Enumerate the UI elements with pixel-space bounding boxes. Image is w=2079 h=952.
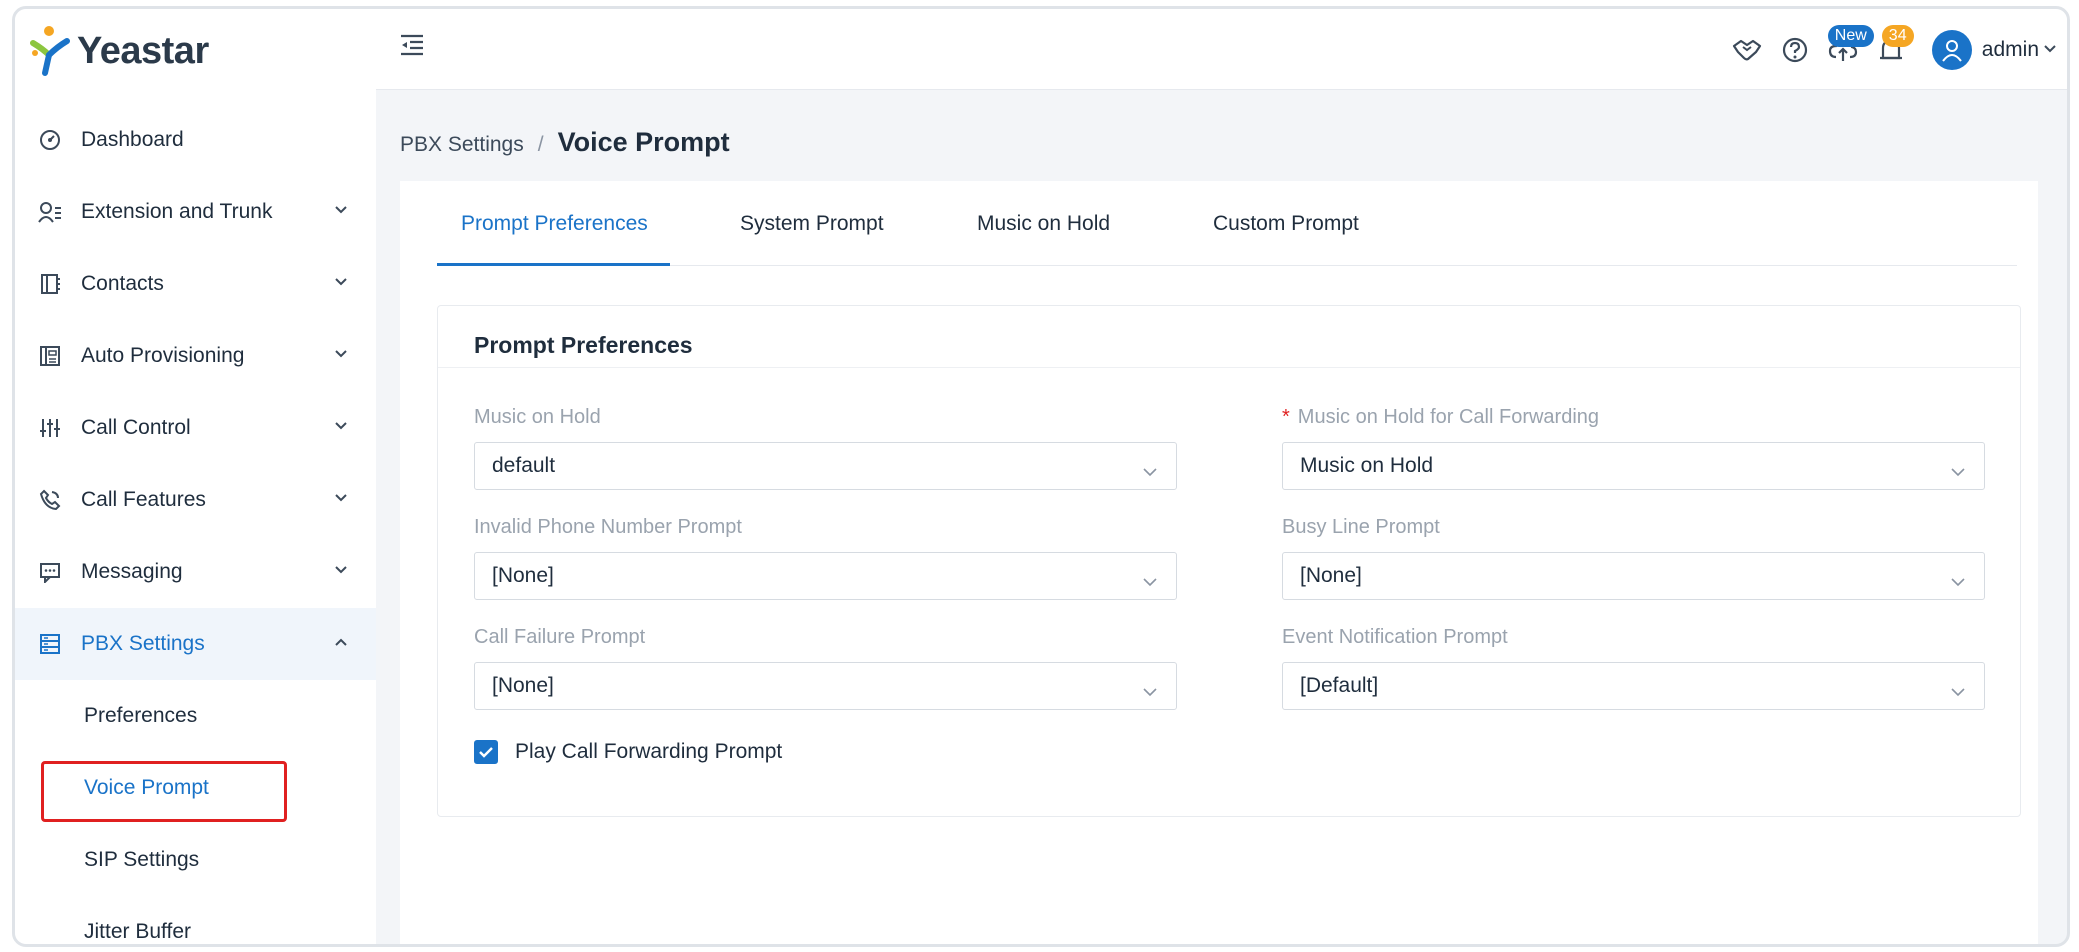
chevron-down-icon [1950, 460, 1966, 484]
breadcrumb-parent[interactable]: PBX Settings [400, 133, 524, 157]
select-value: [None] [492, 564, 554, 587]
sidebar-subitem-jitter-buffer[interactable]: Jitter Buffer [15, 896, 376, 944]
sidebar-item-label: PBX Settings [81, 632, 205, 655]
page-title: Voice Prompt [557, 127, 730, 157]
card-title: Prompt Preferences [474, 332, 693, 358]
top-header: New 34 admin [376, 9, 2067, 90]
event-notification-label: Event Notification Prompt [1282, 626, 1508, 648]
chevron-down-icon [334, 562, 348, 580]
sidebar-item-label: Call Control [81, 416, 191, 439]
moh-call-forwarding-label: * Music on Hold for Call Forwarding [1282, 406, 1600, 428]
chevron-down-icon [334, 274, 348, 292]
music-on-hold-select[interactable]: default [474, 442, 1177, 490]
moh-call-forwarding-select[interactable]: Music on Hold [1282, 442, 1985, 490]
required-mark: * [1282, 406, 1290, 428]
sidebar-item-label: Auto Provisioning [81, 344, 245, 367]
sidebar-item-label: Contacts [81, 272, 164, 295]
prompt-preferences-card: Prompt Preferences Music on Hold default… [437, 305, 2021, 817]
brand-name: Yeastar [77, 29, 209, 72]
invalid-number-label: Invalid Phone Number Prompt [474, 516, 742, 538]
help-icon[interactable] [1778, 33, 1812, 67]
new-badge: New [1827, 25, 1874, 47]
call-failure-label: Call Failure Prompt [474, 626, 646, 648]
sidebar-item-pbx-settings[interactable]: PBX Settings [15, 608, 376, 680]
sidebar-subitem-sip-settings[interactable]: SIP Settings [15, 824, 376, 896]
chevron-down-icon [1950, 680, 1966, 704]
yeastar-logo-icon [29, 25, 71, 77]
busy-line-label: Busy Line Prompt [1282, 516, 1440, 538]
tab-custom-prompt[interactable]: Custom Prompt [1213, 181, 1359, 266]
sidebar-item-extension-and-trunk[interactable]: Extension and Trunk [15, 176, 376, 248]
sidebar-item-label: Dashboard [81, 128, 184, 151]
select-value: Music on Hold [1300, 454, 1434, 477]
notification-bell-icon[interactable]: 34 [1874, 25, 1914, 67]
select-value: default [492, 454, 556, 477]
select-value: [None] [492, 674, 554, 697]
avatar[interactable] [1931, 30, 1972, 70]
chevron-down-icon [334, 418, 348, 436]
sidebar-item-label: Call Features [81, 488, 206, 511]
play-call-forwarding-checkbox[interactable] [474, 740, 498, 764]
tab-music-on-hold[interactable]: Music on Hold [977, 181, 1110, 266]
extension-icon [37, 199, 63, 225]
sidebar-item-auto-provisioning[interactable]: Auto Provisioning [15, 320, 376, 392]
highlight-box [41, 761, 287, 822]
menu-collapse-icon[interactable] [398, 31, 426, 59]
chevron-down-icon [1142, 680, 1158, 704]
play-call-forwarding-row: Play Call Forwarding Prompt [474, 740, 782, 764]
tab-prompt-preferences[interactable]: Prompt Preferences [461, 181, 648, 266]
sidebar-item-contacts[interactable]: Contacts [15, 248, 376, 320]
sidebar-item-call-control[interactable]: Call Control [15, 392, 376, 464]
logo[interactable]: Yeastar [29, 25, 209, 77]
call-failure-select[interactable]: [None] [474, 662, 1177, 710]
sidebar-subitem-preferences[interactable]: Preferences [15, 680, 376, 752]
play-call-forwarding-label[interactable]: Play Call Forwarding Prompt [515, 740, 782, 764]
handshake-icon[interactable] [1730, 33, 1764, 67]
messaging-icon [37, 559, 63, 585]
active-tab-indicator [437, 263, 670, 266]
divider [438, 367, 2020, 368]
call-features-icon [37, 487, 63, 513]
sidebar-item-label: Messaging [81, 560, 183, 583]
chevron-down-icon[interactable] [2043, 41, 2057, 59]
tab-bar: Prompt Preferences System Prompt Music o… [437, 181, 2017, 266]
select-value: [Default] [1300, 674, 1379, 697]
sidebar-item-label: Extension and Trunk [81, 200, 273, 223]
dashboard-icon [37, 127, 63, 153]
sidebar-item-messaging[interactable]: Messaging [15, 536, 376, 608]
chevron-down-icon [334, 346, 348, 364]
chevron-down-icon [1950, 570, 1966, 594]
tab-system-prompt[interactable]: System Prompt [740, 181, 884, 266]
sidebar-item-call-features[interactable]: Call Features [15, 464, 376, 536]
invalid-number-select[interactable]: [None] [474, 552, 1177, 600]
call-control-icon [37, 415, 63, 441]
sidebar-subitem-voice-prompt[interactable]: Voice Prompt [15, 752, 376, 824]
main-panel: Prompt Preferences System Prompt Music o… [400, 181, 2038, 944]
breadcrumb: PBX Settings / Voice Prompt [400, 127, 730, 158]
sidebar-item-dashboard[interactable]: Dashboard [15, 104, 376, 176]
user-name[interactable]: admin [1982, 38, 2039, 62]
upgrade-icon[interactable]: New [1826, 25, 1874, 67]
app-window: Yeastar Dashboard Extension and Trunk Co… [12, 6, 2070, 947]
header-actions: New 34 admin [1716, 25, 2057, 75]
provisioning-icon [37, 343, 63, 369]
chevron-up-icon [334, 634, 348, 652]
sidebar: Yeastar Dashboard Extension and Trunk Co… [15, 9, 376, 944]
pbx-settings-icon [37, 631, 63, 657]
music-on-hold-label: Music on Hold [474, 406, 601, 428]
event-notification-select[interactable]: [Default] [1282, 662, 1985, 710]
checkmark-icon [479, 747, 493, 758]
breadcrumb-separator: / [537, 133, 544, 156]
chevron-down-icon [334, 490, 348, 508]
busy-line-select[interactable]: [None] [1282, 552, 1985, 600]
contacts-icon [37, 271, 63, 297]
select-value: [None] [1300, 564, 1362, 587]
sidebar-nav: Dashboard Extension and Trunk Contacts A… [15, 104, 376, 944]
notification-count-badge: 34 [1881, 25, 1914, 47]
chevron-down-icon [334, 202, 348, 220]
chevron-down-icon [1142, 460, 1158, 484]
chevron-down-icon [1142, 570, 1158, 594]
